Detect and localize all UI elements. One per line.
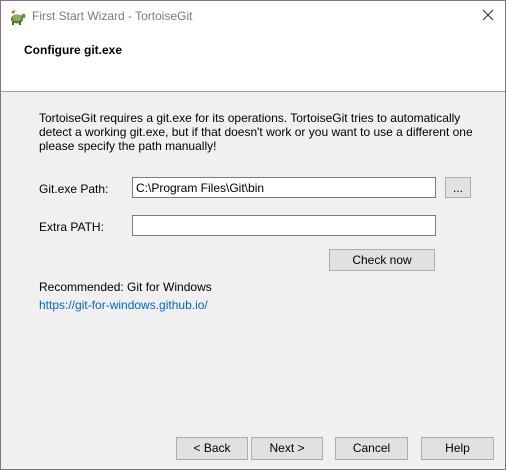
check-now-button[interactable]: Check now xyxy=(329,249,435,271)
close-button[interactable] xyxy=(471,1,505,32)
wizard-window: First Start Wizard - TortoiseGit Configu… xyxy=(0,0,506,470)
extra-path-label: Extra PATH: xyxy=(39,220,104,234)
header-panel: Configure git.exe xyxy=(1,32,505,92)
browse-button[interactable]: ... xyxy=(445,177,471,198)
cancel-button[interactable]: Cancel xyxy=(335,437,408,460)
tortoisegit-icon xyxy=(9,8,27,26)
description-text: TortoiseGit requires a git.exe for its o… xyxy=(39,111,473,153)
window-title: First Start Wizard - TortoiseGit xyxy=(32,9,193,23)
close-icon xyxy=(482,9,494,24)
git-path-input[interactable] xyxy=(132,177,436,198)
back-button[interactable]: < Back xyxy=(176,437,248,460)
extra-path-input[interactable] xyxy=(132,215,436,236)
next-button[interactable]: Next > xyxy=(251,437,323,460)
git-path-label: Git.exe Path: xyxy=(39,182,109,196)
page-title: Configure git.exe xyxy=(24,43,123,57)
help-button[interactable]: Help xyxy=(421,437,494,460)
title-bar: First Start Wizard - TortoiseGit xyxy=(1,1,505,32)
git-for-windows-link[interactable]: https://git-for-windows.github.io/ xyxy=(39,298,208,312)
recommended-text: Recommended: Git for Windows xyxy=(39,280,212,294)
